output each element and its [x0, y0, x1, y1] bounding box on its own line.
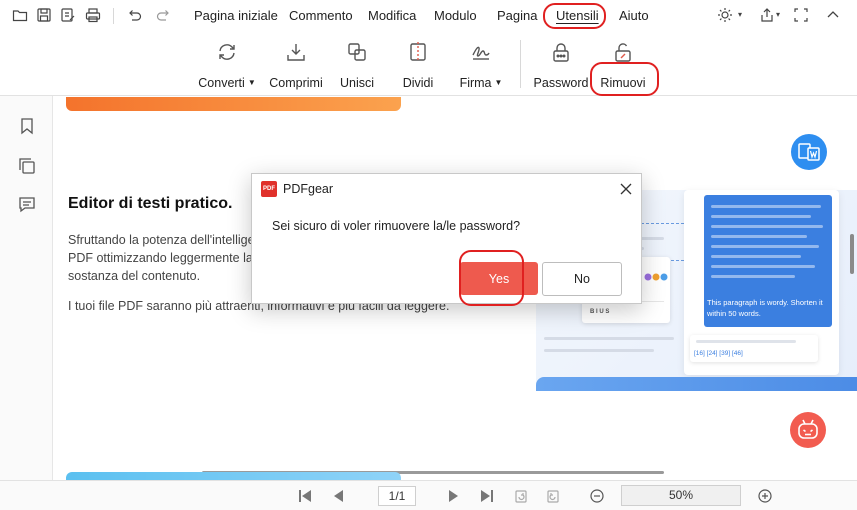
- theme-sun-icon[interactable]: [717, 7, 733, 23]
- compress-icon: [266, 40, 326, 64]
- blue-banner-graphic: [66, 472, 401, 480]
- signature-tool[interactable]: Firma ▼: [456, 40, 506, 90]
- rotate-left-icon[interactable]: [513, 488, 529, 504]
- vertical-scrollbar[interactable]: [850, 234, 854, 274]
- collapse-ribbon-icon[interactable]: [825, 7, 841, 23]
- split-icon: [396, 40, 440, 64]
- compress-tool[interactable]: Comprimi: [266, 40, 326, 90]
- illustration-line: [711, 255, 801, 258]
- illustration-line: [711, 265, 815, 268]
- illustration-line: [711, 225, 823, 228]
- signature-caret-icon: ▼: [494, 78, 503, 87]
- menu-form[interactable]: Modulo: [434, 8, 477, 23]
- separator: [113, 8, 114, 24]
- illustration-refs: [16] [24] [39] [46]: [694, 350, 743, 357]
- highlight-ring-tools: [543, 3, 606, 29]
- confirm-remove-password-dialog: PDF PDFgear Sei sicuro di voler rimuover…: [251, 173, 642, 306]
- illustration-line: [711, 215, 811, 218]
- split-label: Dividi: [402, 76, 434, 90]
- rotate-right-icon[interactable]: [545, 488, 561, 504]
- illustration-line: [544, 349, 654, 352]
- first-page-icon[interactable]: [297, 488, 313, 504]
- redo-icon[interactable]: [156, 7, 172, 23]
- illustration-line: [711, 275, 795, 278]
- theme-caret-icon[interactable]: ▾: [738, 10, 742, 19]
- password-label: Password: [533, 76, 589, 90]
- left-sidebar: [0, 96, 53, 510]
- share-caret-icon[interactable]: ▾: [776, 10, 780, 19]
- menu-bar: Pagina iniziale Commento Modifica Modulo…: [0, 0, 857, 32]
- zoom-level-field[interactable]: 50%: [621, 485, 741, 506]
- dialog-title: PDFgear: [283, 182, 334, 196]
- no-button[interactable]: No: [542, 262, 622, 296]
- svg-text:B I U S: B I U S: [590, 309, 609, 315]
- orange-banner-graphic: [66, 97, 401, 111]
- dialog-header: PDF PDFgear: [252, 174, 641, 204]
- convert-label: Converti: [198, 76, 245, 90]
- previous-page-icon[interactable]: [331, 488, 347, 504]
- zoom-in-icon[interactable]: [757, 488, 773, 504]
- page-number-field[interactable]: 1/1: [378, 486, 416, 506]
- illustration-line: [711, 245, 819, 248]
- save-as-icon[interactable]: [60, 7, 76, 23]
- menu-page[interactable]: Pagina: [497, 8, 537, 23]
- highlight-ring-remove: [590, 62, 659, 96]
- close-icon[interactable]: [618, 181, 634, 197]
- signature-icon: [456, 40, 506, 64]
- password-tool[interactable]: Password: [532, 40, 590, 90]
- bookmark-icon[interactable]: [18, 117, 36, 135]
- convert-caret-icon: ▼: [247, 78, 256, 87]
- open-folder-icon[interactable]: [12, 7, 28, 23]
- illustration-line: [544, 337, 674, 340]
- menu-home[interactable]: Pagina iniziale: [194, 8, 278, 23]
- ai-assistant-button[interactable]: [790, 412, 826, 448]
- tools-ribbon: Converti ▼ Comprimi Unisci Dividi Firma ▼ …: [0, 32, 857, 96]
- merge-label: Unisci: [339, 76, 375, 90]
- menu-edit[interactable]: Modifica: [368, 8, 416, 23]
- page-heading: Editor di testi pratico.: [68, 195, 233, 212]
- merge-icon: [334, 40, 380, 64]
- thumbnails-icon[interactable]: [18, 157, 36, 175]
- menu-comment[interactable]: Commento: [289, 8, 353, 23]
- zoom-out-icon[interactable]: [589, 488, 605, 504]
- split-tool[interactable]: Dividi: [396, 40, 440, 90]
- undo-icon[interactable]: [126, 7, 142, 23]
- illustration-line: [696, 340, 796, 343]
- dialog-message: Sei sicuro di voler rimuovere la/le pass…: [272, 219, 521, 233]
- merge-tool[interactable]: Unisci: [334, 40, 380, 90]
- ribbon-separator: [520, 40, 521, 88]
- print-icon[interactable]: [85, 7, 101, 23]
- highlight-ring-yes: [459, 250, 524, 306]
- status-bar: 1/1 50%: [0, 480, 857, 510]
- unlock-icon: [596, 40, 650, 64]
- illustration-card-text: This paragraph is wordy. Shorten it with…: [707, 298, 823, 318]
- compress-label: Comprimi: [269, 76, 323, 90]
- convert-icon: [196, 40, 258, 64]
- illustration-line: [711, 235, 807, 238]
- share-icon[interactable]: [759, 7, 775, 23]
- lock-icon: [532, 40, 590, 64]
- save-icon[interactable]: [36, 7, 52, 23]
- convert-tool[interactable]: Converti ▼: [196, 40, 258, 90]
- illustration-bottom-bar: [536, 377, 857, 391]
- convert-to-word-button[interactable]: [791, 134, 827, 170]
- last-page-icon[interactable]: [479, 488, 495, 504]
- fullscreen-icon[interactable]: [793, 7, 809, 23]
- illustration-line: [711, 205, 821, 208]
- pdfgear-logo-icon: PDF: [261, 181, 277, 197]
- comments-icon[interactable]: [18, 196, 36, 214]
- next-page-icon[interactable]: [445, 488, 461, 504]
- signature-label: Firma: [459, 76, 492, 90]
- menu-help[interactable]: Aiuto: [619, 8, 649, 23]
